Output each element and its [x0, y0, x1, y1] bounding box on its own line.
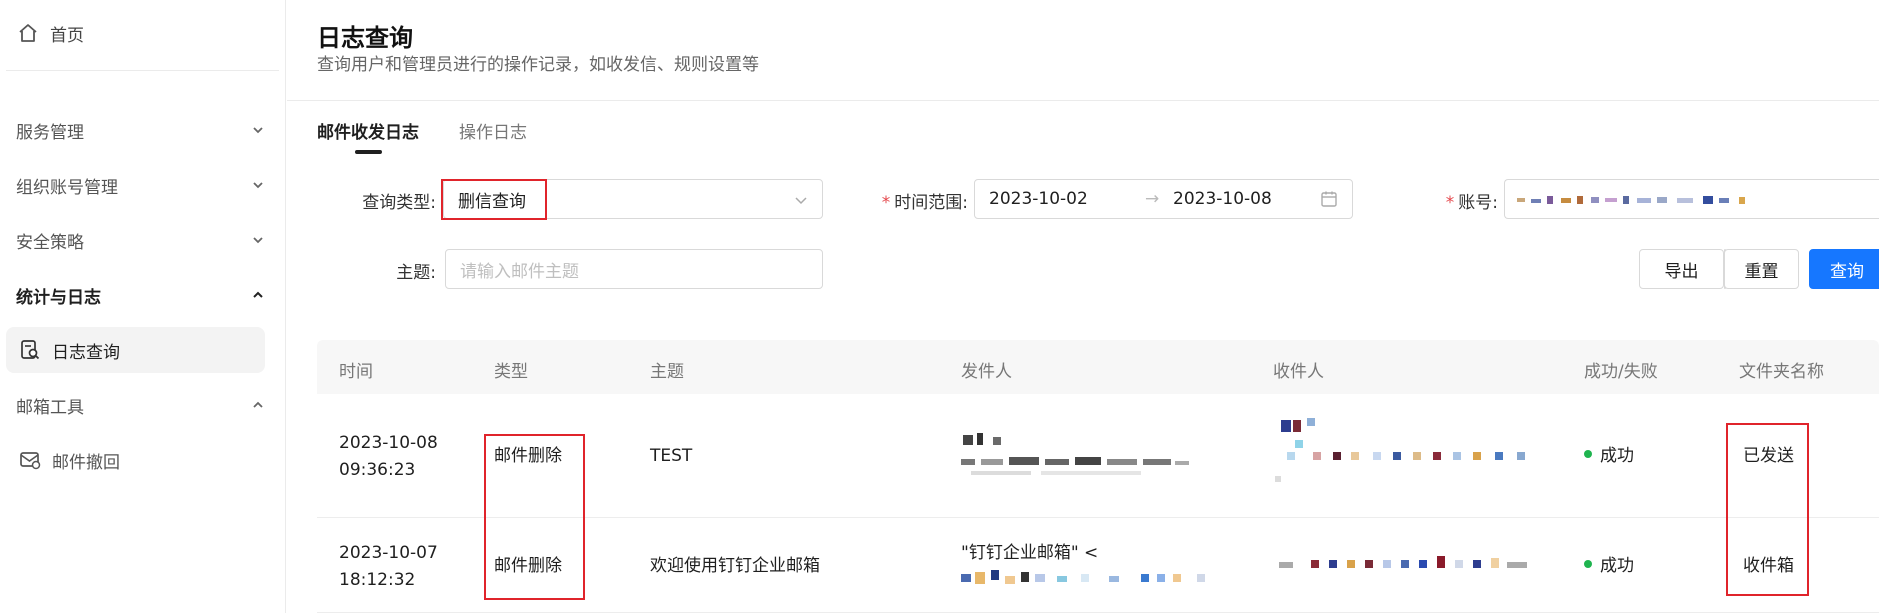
chevron-down-icon: [251, 178, 265, 192]
table-row-2-time: 2023-10-07 18:12:32: [339, 540, 438, 594]
status-success-dot: [1584, 450, 1592, 458]
chevron-down-icon: [251, 233, 265, 247]
subject-label: 主题:: [396, 263, 436, 283]
page-subtitle: 查询用户和管理员进行的操作记录，如收发信、规则设置等: [317, 55, 759, 75]
table-row-1-time: 2023-10-08 09:36:23: [339, 430, 438, 484]
query-type-value: 删信查询: [458, 191, 526, 212]
query-type-select[interactable]: 删信查询: [443, 179, 823, 219]
log-search-icon: [18, 338, 42, 362]
row-status: 成功: [1584, 553, 1634, 580]
row-divider: [317, 517, 1879, 518]
redacted-account: [1517, 196, 1777, 206]
query-type-label: 查询类型:: [362, 193, 436, 213]
tab-active-indicator: [355, 150, 382, 154]
required-mark: *: [1445, 193, 1455, 213]
column-folder: 文件夹名称: [1739, 362, 1824, 382]
date-end[interactable]: 2023-10-08: [1173, 189, 1272, 209]
sidebar-group-stats-logs[interactable]: 统计与日志: [16, 280, 265, 310]
account-label-text: 账号:: [1458, 193, 1498, 213]
chevron-down-icon: [251, 123, 265, 137]
column-sender: 发件人: [961, 362, 1012, 382]
sidebar-item-log-query[interactable]: 日志查询: [6, 327, 265, 373]
sidebar-group-org-accounts[interactable]: 组织账号管理: [16, 170, 265, 200]
tab-operation-log[interactable]: 操作日志: [459, 118, 527, 143]
column-status: 成功/失败: [1584, 362, 1658, 382]
row-status: 成功: [1584, 443, 1634, 470]
redacted-sender-email: [961, 570, 1231, 594]
redacted-sender: [961, 433, 1231, 483]
row-status-text: 成功: [1600, 556, 1634, 576]
redacted-recipient: [1273, 556, 1533, 574]
row-type: 邮件删除: [494, 446, 562, 466]
time-range-label-text: 时间范围:: [894, 193, 968, 213]
sidebar-group-label: 服务管理: [16, 122, 84, 143]
sidebar-group-mail-tools[interactable]: 邮箱工具: [16, 390, 265, 420]
home-icon: [16, 21, 40, 45]
chevron-up-icon: [251, 288, 265, 302]
row-time: 18:12:32: [339, 570, 416, 590]
sidebar-group-label: 组织账号管理: [16, 177, 118, 198]
column-recipient: 收件人: [1273, 362, 1324, 382]
export-button[interactable]: 导出: [1639, 249, 1724, 289]
chevron-up-icon: [251, 398, 265, 412]
search-button[interactable]: 查询: [1809, 249, 1879, 289]
reset-button[interactable]: 重置: [1724, 249, 1799, 289]
sidebar-group-label: 邮箱工具: [16, 397, 84, 418]
sidebar-item-mail-recall[interactable]: 邮件撤回: [6, 437, 265, 483]
row-sender: "钉钉企业邮箱" <: [961, 540, 1098, 567]
arrow-right-icon: →: [1145, 189, 1160, 209]
subject-placeholder: 请输入邮件主题: [460, 261, 579, 282]
required-mark: *: [881, 193, 891, 213]
sidebar-home-label: 首页: [50, 25, 84, 46]
sidebar-group-security[interactable]: 安全策略: [16, 225, 265, 255]
row-time: 09:36:23: [339, 460, 416, 480]
sidebar-group-service[interactable]: 服务管理: [16, 115, 265, 145]
chevron-down-icon: [794, 192, 808, 206]
sidebar-divider: [6, 70, 279, 71]
column-subject: 主题: [650, 362, 684, 382]
sidebar-home[interactable]: 首页: [16, 18, 84, 48]
row-date: 2023-10-08: [339, 433, 438, 453]
row-date: 2023-10-07: [339, 543, 438, 563]
row-subject: 欢迎使用钉钉企业邮箱: [650, 556, 820, 576]
redacted-recipient: [1273, 418, 1533, 488]
sidebar-group-label: 统计与日志: [16, 287, 101, 308]
column-type: 类型: [494, 362, 528, 382]
row-status-text: 成功: [1600, 446, 1634, 466]
column-time: 时间: [339, 362, 373, 382]
header-divider: [287, 100, 1879, 101]
row-folder: 已发送: [1743, 446, 1794, 466]
page-title: 日志查询: [317, 24, 413, 52]
sidebar-item-label: 日志查询: [52, 342, 120, 363]
sidebar-item-label: 邮件撤回: [52, 452, 120, 473]
row-subject: TEST: [650, 446, 693, 466]
sidebar: 首页 服务管理 组织账号管理 安全策略 统计与日志 日志查询 邮箱工具 邮件撤回: [0, 0, 286, 613]
account-label: * 账号:: [1420, 188, 1498, 213]
status-success-dot: [1584, 560, 1592, 568]
mail-recall-icon: [18, 448, 42, 472]
account-field[interactable]: [1504, 179, 1879, 219]
sidebar-group-label: 安全策略: [16, 232, 84, 253]
row-type: 邮件删除: [494, 556, 562, 576]
tab-mail-log[interactable]: 邮件收发日志: [317, 118, 419, 143]
calendar-icon: [1320, 190, 1338, 213]
row-sender-name: "钉钉企业邮箱" <: [961, 543, 1099, 563]
date-range-picker[interactable]: 2023-10-02 → 2023-10-08: [974, 179, 1353, 219]
subject-input[interactable]: 请输入邮件主题: [445, 249, 823, 289]
time-range-label: * 时间范围:: [858, 188, 968, 213]
date-start[interactable]: 2023-10-02: [989, 189, 1088, 209]
row-folder: 收件箱: [1743, 556, 1794, 576]
